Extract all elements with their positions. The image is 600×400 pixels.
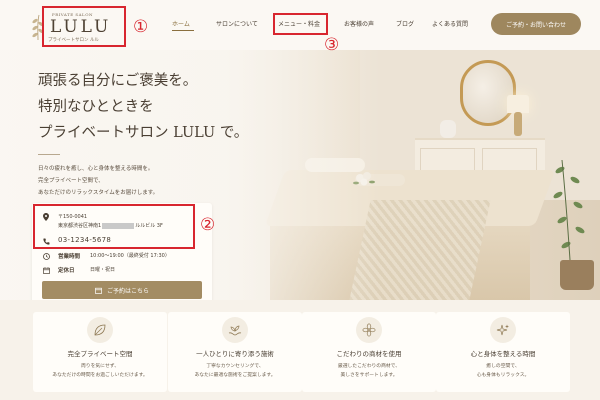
- feature-desc: 丁寧なカウンセリングで、: [206, 364, 264, 369]
- hours-label: 営業時間: [58, 254, 81, 260]
- nav-blog[interactable]: ブログ: [396, 19, 414, 28]
- nav-voices[interactable]: お客様の声: [344, 19, 374, 28]
- nav-faq[interactable]: よくある質問: [432, 19, 468, 28]
- feature-title: こだわりの商材を使用: [336, 350, 402, 358]
- nav-home[interactable]: ホーム: [172, 19, 190, 28]
- feature-title: 一人ひとりに寄り添う施術: [196, 350, 274, 358]
- hero-headline: 頑張る自分にご褒美を。 特別なひとときを プライベートサロン LULU で。: [38, 68, 248, 146]
- sparkle-icon: [490, 317, 516, 343]
- reserve-button[interactable]: ご予約はこちら: [42, 281, 202, 299]
- headline-line-1: 頑張る自分にご褒美を。: [38, 73, 198, 89]
- annotation-box-address: [33, 204, 195, 249]
- nav-about[interactable]: サロンについて: [216, 19, 258, 28]
- closed-value: 日曜・祝日: [90, 267, 116, 273]
- annotation-box-menu: [273, 13, 328, 35]
- annotation-number-2: ②: [200, 215, 216, 235]
- feature-title: 完全プライベート空間: [67, 350, 133, 358]
- features-section: 完全プライベート空間 周りを気にせず、 あなただけの時間をお過ごしいただけます。…: [0, 300, 600, 400]
- calendar-icon: [95, 287, 102, 294]
- nav-active-indicator: [172, 30, 194, 31]
- hands-plant-icon: [222, 317, 248, 343]
- mirror-image: [460, 60, 516, 126]
- hours-value: 10:00～19:00（最終受付 17:30）: [90, 253, 170, 259]
- intro-line-1: 日々の疲れを癒し、心と身体を整える時間を。: [38, 166, 154, 172]
- feature-desc: あなただけの時間をお過ごしいただけます。: [52, 373, 148, 378]
- feature-card: 完全プライベート空間 周りを気にせず、 あなただけの時間をお過ごしいただけます。: [33, 312, 167, 392]
- reserve-button-label: ご予約はこちら: [106, 287, 149, 295]
- annotation-number-3: ③: [324, 35, 340, 55]
- annotation-box-logo: [42, 6, 126, 47]
- feature-card: 心と身体を整える時間 癒しの空間で、 心も身体もリラックス。: [436, 312, 570, 392]
- clock-icon: [42, 252, 50, 260]
- feature-desc: 心も身体もリラックス。: [476, 373, 530, 378]
- intro-line-3: あなただけのリラックスタイムをお届けします。: [38, 190, 159, 196]
- hero-intro: 日々の疲れを癒し、心と身体を整える時間を。 完全プライベート空間で、 あなただけ…: [38, 163, 158, 199]
- headline-line-3: プライベートサロン LULU で。: [38, 125, 249, 141]
- feature-desc: 美しさをサポートします。: [340, 373, 398, 378]
- feature-desc: 周りを気にせず、: [80, 364, 120, 369]
- flower-icon: [356, 317, 382, 343]
- contact-button[interactable]: ご予約・お問い合わせ: [491, 13, 581, 35]
- feature-title: 心と身体を整える時間: [470, 350, 536, 358]
- feature-desc: 癒しの空間で、: [486, 364, 520, 369]
- intro-line-2: 完全プライベート空間で、: [38, 178, 104, 184]
- feature-card: 一人ひとりに寄り添う施術 丁寧なカウンセリングで、 あなたに最適な施術をご提案し…: [168, 312, 302, 392]
- feature-desc: 厳選したこだわりの商材で、: [337, 364, 401, 369]
- headline-divider: [38, 154, 60, 155]
- feature-card: こだわりの商材を使用 厳選したこだわりの商材で、 美しさをサポートします。: [302, 312, 436, 392]
- headline-line-2: 特別なひとときを: [38, 99, 154, 115]
- leaf-icon: [87, 317, 113, 343]
- feature-desc: あなたに最適な施術をご提案します。: [194, 373, 276, 378]
- lamp-image: [507, 95, 529, 113]
- calendar-icon: [42, 266, 50, 274]
- annotation-number-1: ①: [133, 17, 149, 37]
- closed-label: 定休日: [58, 268, 75, 274]
